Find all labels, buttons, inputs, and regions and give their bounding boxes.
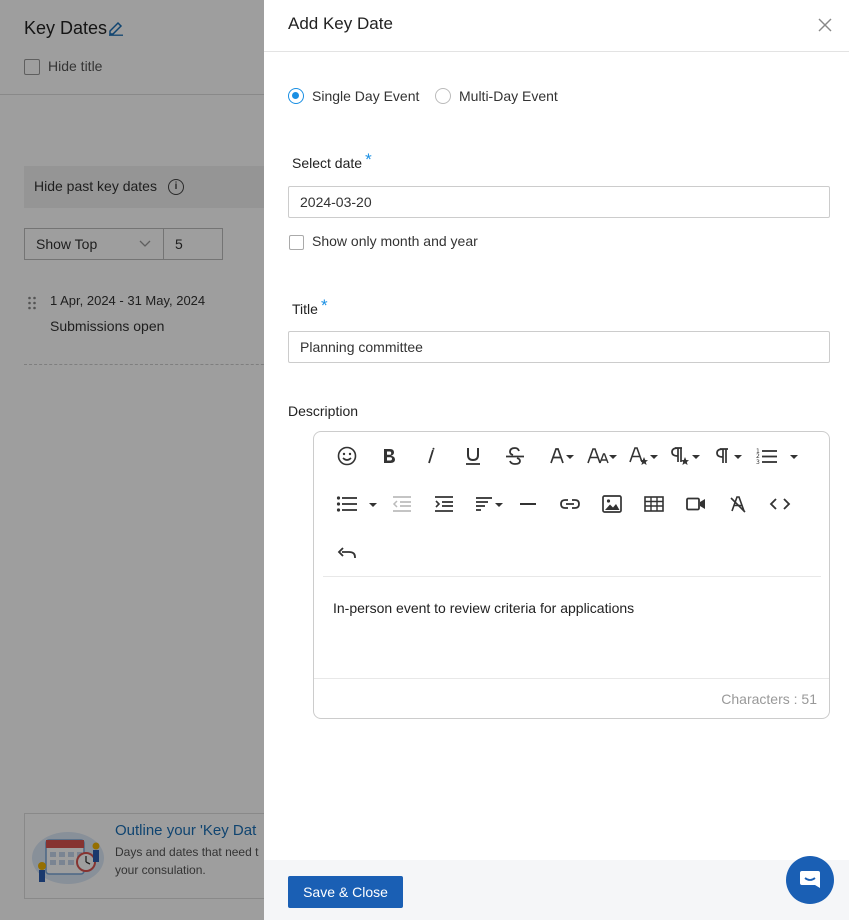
clear-formatting-icon[interactable]: [723, 489, 753, 519]
outdent-icon[interactable]: [387, 489, 417, 519]
month-year-checkbox[interactable]: [289, 235, 304, 250]
required-marker: *: [365, 150, 372, 169]
font-size-caret-icon[interactable]: [609, 455, 617, 459]
toolbar-divider: [323, 576, 821, 577]
editor-footer: Characters : 51: [314, 678, 829, 718]
drawer-header: Add Key Date: [264, 0, 849, 52]
chat-launcher-button[interactable]: [786, 856, 834, 904]
paragraph-style-caret-icon[interactable]: [692, 455, 700, 459]
underline-icon[interactable]: [458, 441, 488, 471]
single-day-event-label[interactable]: Single Day Event: [312, 88, 419, 104]
add-key-date-drawer: Add Key Date Single Day Event Multi-Day …: [264, 0, 849, 920]
table-icon[interactable]: [639, 489, 669, 519]
drawer-title: Add Key Date: [288, 14, 393, 33]
multi-day-event-radio[interactable]: [435, 88, 451, 104]
date-input[interactable]: 2024-03-20: [288, 186, 830, 218]
code-view-icon[interactable]: [765, 489, 795, 519]
multi-day-event-label[interactable]: Multi-Day Event: [459, 88, 558, 104]
undo-icon[interactable]: [332, 538, 362, 568]
drawer-footer: Save & Close: [264, 860, 849, 920]
horizontal-line-icon[interactable]: [513, 489, 543, 519]
strikethrough-icon[interactable]: [500, 441, 530, 471]
bold-icon[interactable]: [374, 441, 404, 471]
single-day-event-radio[interactable]: [288, 88, 304, 104]
required-marker: *: [320, 296, 328, 315]
link-icon[interactable]: [555, 489, 585, 519]
description-label: Description: [288, 403, 359, 419]
paragraph-format-icon[interactable]: [707, 441, 737, 471]
unordered-list-caret-icon[interactable]: [369, 503, 377, 507]
select-date-label: Select date *: [292, 150, 372, 171]
font-color-caret-icon[interactable]: [566, 455, 574, 459]
unordered-list-icon[interactable]: [332, 489, 362, 519]
title-label: Title *: [292, 296, 328, 317]
paragraph-format-caret-icon[interactable]: [734, 455, 742, 459]
close-icon[interactable]: [816, 16, 834, 34]
character-count: Characters : 51: [721, 691, 817, 707]
align-caret-icon[interactable]: [495, 503, 503, 507]
video-icon[interactable]: [681, 489, 711, 519]
month-year-label[interactable]: Show only month and year: [312, 233, 478, 249]
emoji-icon[interactable]: [332, 441, 362, 471]
title-input[interactable]: Planning committee: [288, 331, 830, 363]
indent-icon[interactable]: [429, 489, 459, 519]
ordered-list-icon[interactable]: 123: [752, 441, 782, 471]
image-icon[interactable]: [597, 489, 627, 519]
italic-icon[interactable]: [416, 441, 446, 471]
editor-content[interactable]: In-person event to review criteria for a…: [333, 600, 634, 616]
ordered-list-caret-icon[interactable]: [790, 455, 798, 459]
save-and-close-button[interactable]: Save & Close: [288, 876, 403, 908]
inline-style-caret-icon[interactable]: [650, 455, 658, 459]
svg-text:3: 3: [756, 459, 760, 465]
paragraph-style-icon[interactable]: [664, 441, 694, 471]
rich-text-editor: 123 In-person event to review criteria f…: [313, 431, 830, 719]
chat-icon: [800, 871, 820, 888]
